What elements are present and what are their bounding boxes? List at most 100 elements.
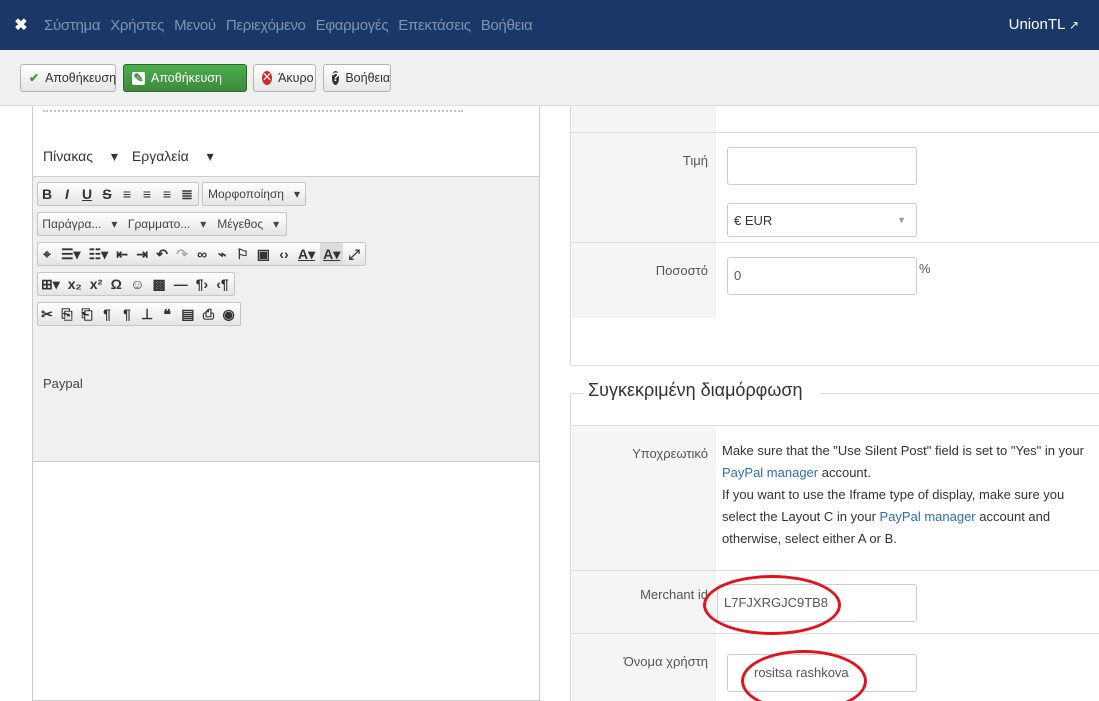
edit-icon: ✎ (132, 70, 145, 85)
outdent-icon[interactable]: ⇤ (113, 243, 131, 265)
visual-chars-icon[interactable]: ¶ (98, 303, 116, 325)
find-replace-icon[interactable]: ⌖ (38, 243, 56, 265)
save-and-close-label: Αποθήκευση (151, 71, 222, 85)
currency-select[interactable]: € EUR ▼ (727, 203, 917, 237)
image-icon[interactable]: ▣ (254, 243, 273, 265)
paste-icon[interactable]: ⎗ (78, 303, 96, 325)
annotation-ellipse-merchant (703, 575, 841, 635)
chevron-down-icon: ▾ (111, 217, 118, 231)
link-icon[interactable]: ∞ (193, 243, 211, 265)
main-menu: Σύστημα Χρήστες Μενού Περιεχόμενο Εφαρμο… (44, 0, 542, 50)
template-icon[interactable]: ▤ (178, 303, 197, 325)
rtl-icon[interactable]: ‹¶ (213, 273, 231, 295)
font-dropdown-label: Γραμματο... (127, 217, 191, 231)
copy-icon[interactable]: ⎘ (58, 303, 76, 325)
insert-datetime-icon[interactable]: ⊥ (138, 303, 156, 325)
print-icon[interactable]: ⎙ (199, 303, 217, 325)
cancel-button-label: Άκυρο (278, 71, 314, 85)
undo-icon[interactable]: ↶ (153, 243, 171, 265)
paragraph-dropdown[interactable]: Παράγρα... ▾ (38, 213, 122, 235)
editor-toolbar-area: B I U S ≡ ≡ ≡ ≣ Μορφοποίηση ▾ Παράγρα... ▾… (33, 176, 539, 462)
paragraph-dropdown-label: Παράγρα... (42, 217, 102, 231)
merchant-label: Merchant id (571, 571, 716, 633)
background-color-icon[interactable]: A▾ (320, 243, 344, 265)
menu-tools[interactable]: Εργαλεία ▾ (132, 148, 214, 165)
percent-input[interactable]: 0 (727, 257, 917, 295)
italic-icon[interactable]: I (58, 183, 76, 205)
joomla-logo-icon[interactable]: ✖ (12, 17, 30, 35)
table-icon[interactable]: ⊞▾ (38, 273, 63, 295)
chevron-down-icon: ▾ (273, 217, 280, 231)
paypal-note: Make sure that the "Use Silent Post" fie… (722, 440, 1092, 550)
code-icon[interactable]: ‹› (275, 243, 293, 265)
note-text-2: account. (818, 465, 871, 480)
numbered-list-icon[interactable]: ☷▾ (86, 243, 112, 265)
menu-content[interactable]: Περιεχόμενο (226, 17, 306, 34)
indent-icon[interactable]: ⇥ (133, 243, 151, 265)
percent-unit: % (919, 261, 931, 276)
currency-select-value: € EUR (734, 213, 773, 228)
visual-blocks-icon[interactable]: ¶ (118, 303, 136, 325)
align-right-icon[interactable]: ≡ (158, 183, 176, 205)
bold-icon[interactable]: B (38, 183, 56, 205)
price-input[interactable] (727, 147, 917, 185)
align-left-icon[interactable]: ≡ (118, 183, 136, 205)
redo-icon[interactable]: ↷ (173, 243, 191, 265)
cut-off-row (571, 106, 1099, 132)
horizontal-rule-icon[interactable]: — (171, 273, 191, 295)
align-justify-icon[interactable]: ≣ (178, 183, 196, 205)
save-button[interactable]: ✔ Αποθήκευση (20, 64, 116, 92)
font-dropdown[interactable]: Γραμματο... ▾ (124, 213, 211, 235)
paypal-manager-link-1[interactable]: PayPal manager (722, 465, 818, 480)
menu-system[interactable]: Σύστημα (44, 17, 101, 34)
unlink-icon[interactable]: ⌁ (213, 243, 231, 265)
cancel-icon: ✕ (262, 70, 273, 85)
strikethrough-icon[interactable]: S (98, 183, 116, 205)
cancel-button[interactable]: ✕ Άκυρο (253, 64, 316, 92)
menu-table-label: Πίνακας (43, 147, 93, 164)
paypal-manager-link-2[interactable]: PayPal manager (880, 509, 976, 524)
align-center-icon[interactable]: ≡ (138, 183, 156, 205)
check-icon: ✔ (29, 71, 40, 85)
special-character-icon[interactable]: Ω (107, 273, 125, 295)
pricing-panel: Τιμή € EUR ▼ Ποσοστό 0 % (570, 106, 1099, 366)
editor-content[interactable]: Paypal (43, 376, 83, 391)
format-dropdown-label: Μορφοποίηση (208, 187, 284, 201)
chevron-down-icon: ▾ (293, 187, 301, 201)
anchor-icon[interactable]: ⚐ (233, 243, 252, 265)
price-label: Τιμή (571, 133, 716, 242)
media-icon[interactable]: ▩ (150, 273, 169, 295)
save-and-close-button[interactable]: ✎ Αποθήκευση (123, 64, 247, 92)
menu-users[interactable]: Χρήστες (110, 17, 164, 34)
required-label: Υποχρεωτικό (571, 426, 716, 570)
percent-label: Ποσοστό (571, 243, 716, 318)
size-dropdown-label: Μέγεθος (217, 217, 264, 231)
underline-icon[interactable]: U (78, 183, 96, 205)
menu-components[interactable]: Εφαρμογές (316, 17, 389, 34)
superscript-icon[interactable]: x² (87, 273, 105, 295)
menu-menus[interactable]: Μενού (174, 17, 216, 34)
action-toolbar: ✔ Αποθήκευση ✎ Αποθήκευση ✕ Άκυρο ? Βοήθ… (0, 50, 1099, 106)
cut-icon[interactable]: ✂ (38, 303, 56, 325)
chevron-down-icon: ▾ (200, 217, 207, 231)
format-dropdown[interactable]: Μορφοποίηση ▾ (202, 182, 307, 206)
external-link-icon: ↗ (1068, 18, 1079, 32)
menu-help[interactable]: Βοήθεια (481, 17, 533, 34)
text-color-icon[interactable]: A▾ (295, 243, 318, 265)
blockquote-icon[interactable]: ❝ (158, 303, 176, 325)
percent-row: Ποσοστό 0 % (571, 242, 1099, 318)
emoticon-icon[interactable]: ☺ (127, 273, 147, 295)
preview-icon[interactable]: ◉ (219, 303, 237, 325)
help-button[interactable]: ? Βοήθεια (323, 64, 391, 92)
editor-menubar: Πίνακας ▾ Εργαλεία ▾ (33, 136, 539, 176)
bullet-list-icon[interactable]: ☰▾ (58, 243, 84, 265)
site-link[interactable]: UnionTL ↗ (1009, 16, 1079, 33)
size-dropdown[interactable]: Μέγεθος ▾ (212, 213, 284, 235)
menu-table[interactable]: Πίνακας ▾ (43, 148, 118, 165)
menu-extensions[interactable]: Επεκτάσεις (398, 17, 471, 34)
fullscreen-icon[interactable]: ⤢ (345, 243, 363, 265)
ltr-icon[interactable]: ¶› (193, 273, 211, 295)
price-row: Τιμή € EUR ▼ (571, 132, 1099, 242)
cut-off-row-label (571, 106, 716, 132)
subscript-icon[interactable]: x₂ (65, 273, 85, 295)
